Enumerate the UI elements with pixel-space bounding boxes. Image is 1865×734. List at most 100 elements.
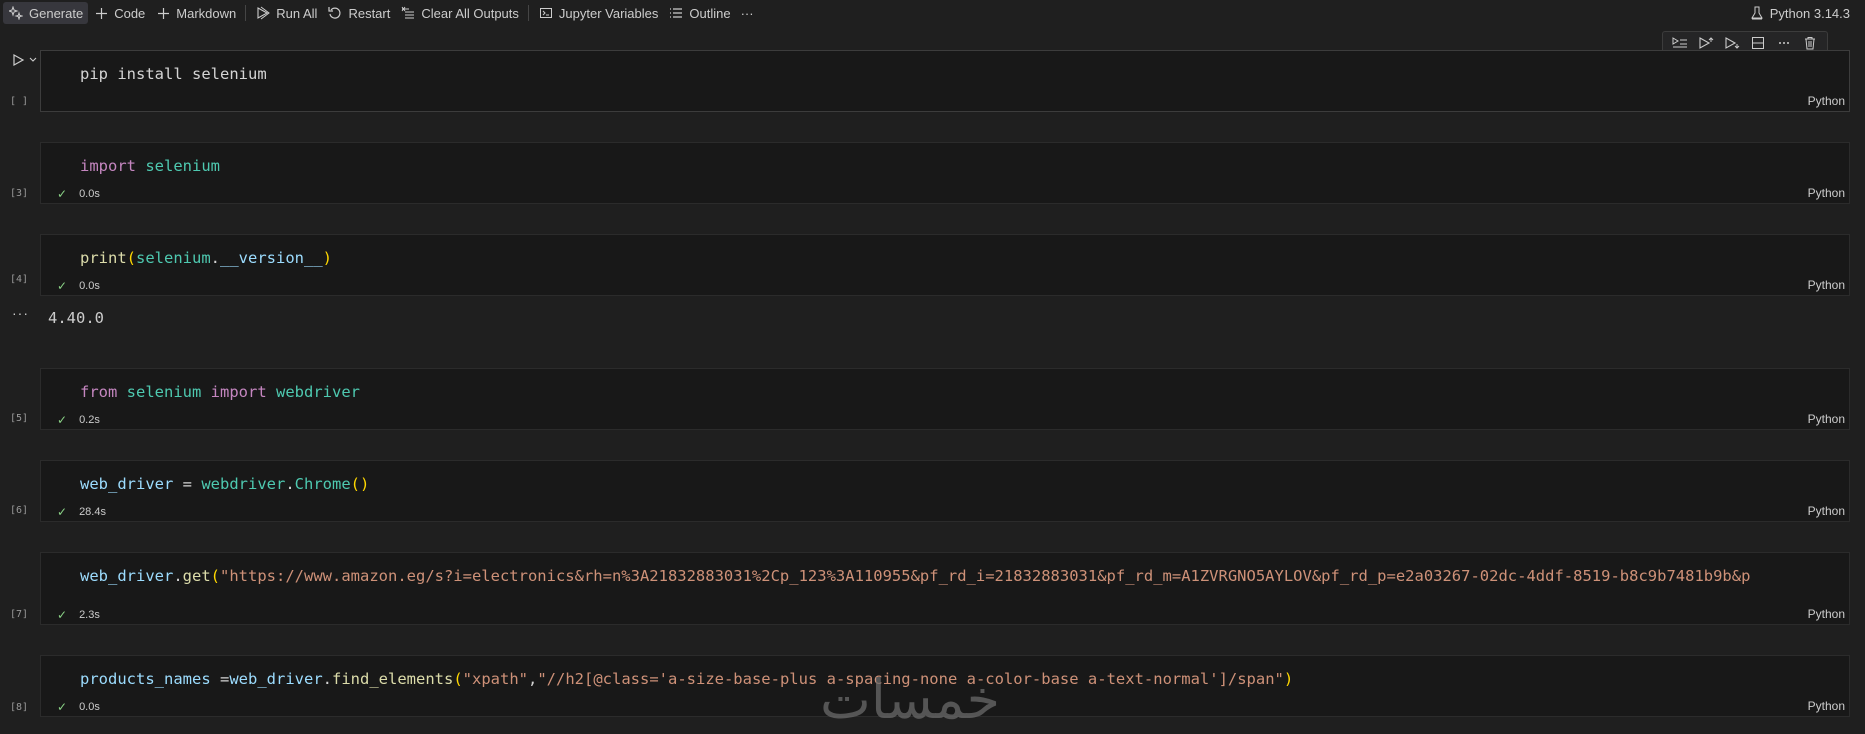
execution-count: [7] [10,609,29,620]
run-cell-icon[interactable] [10,52,26,68]
code-token: selenium [126,383,202,401]
code-cell[interactable]: import selenium ✓ 0.0s Python [40,142,1850,204]
cell-language[interactable]: Python [1808,699,1845,713]
code-token: () [350,475,370,493]
toolbar-divider [245,5,247,21]
code-token: webdriver [201,475,286,493]
execution-time: 0.2s [79,414,100,426]
code-token: web_driver [80,567,174,585]
chevron-down-icon[interactable] [28,52,38,68]
code-token: import [210,383,267,401]
cell-language[interactable]: Python [1808,504,1845,518]
check-icon: ✓ [57,413,68,427]
code-token: ) [1283,670,1294,688]
variables-icon [538,5,554,21]
execution-count: [6] [10,505,29,516]
add-code-button[interactable]: Code [88,2,150,24]
execution-time: 28.4s [79,506,106,518]
clear-outputs-button[interactable]: Clear All Outputs [395,2,524,24]
split-cell-icon[interactable] [1750,35,1766,51]
clear-all-icon [400,5,416,21]
code-token: . [322,670,332,688]
generate-button[interactable]: Generate [3,2,89,24]
execution-time: 2.3s [79,609,100,621]
cell-language[interactable]: Python [1808,412,1845,426]
code-token: selenium [145,157,220,175]
execute-below-icon[interactable] [1724,35,1740,51]
check-icon: ✓ [57,608,68,622]
code-cell[interactable]: pip install selenium Python [40,50,1850,112]
restart-icon [327,5,343,21]
variables-label: Jupyter Variables [558,5,659,21]
code-token: webdriver [276,383,361,401]
cell-source[interactable]: from selenium import webdriver [80,383,1849,401]
code-token: . [210,249,221,267]
cell-language[interactable]: Python [1808,607,1845,621]
code-cell[interactable]: web_driver.get("https://www.amazon.eg/s?… [40,552,1850,625]
code-cell[interactable]: from selenium import webdriver ✓ 0.2s Pyt… [40,368,1850,430]
execution-count: [3] [10,188,29,199]
more-icon[interactable] [1776,35,1792,51]
execution-count: [4] [10,274,29,285]
generate-label: Generate [29,5,84,21]
outline-button[interactable]: Outline [663,2,735,24]
execution-time: 0.0s [79,701,100,713]
cell-language[interactable]: Python [1808,186,1845,200]
cell-output: 4.40.0 [48,309,104,327]
more-icon: ··· [740,5,754,21]
code-label: Code [114,5,146,21]
cell-source[interactable]: print(selenium.__version__) [80,249,1849,267]
code-token: pip [80,65,108,83]
code-token: selenium [192,65,267,83]
cell-source[interactable]: web_driver.get("https://www.amazon.eg/s?… [80,567,1849,585]
code-token: ( [126,249,137,267]
cell-language[interactable]: Python [1808,278,1845,292]
kernel-icon [1749,5,1765,21]
code-token: ( [210,567,221,585]
code-token: selenium [136,249,211,267]
code-token: ) [322,249,333,267]
run-all-label: Run All [276,5,318,21]
delete-icon[interactable] [1802,35,1818,51]
run-all-button[interactable]: Run All [250,2,322,24]
cell-status: ✓ 0.0s [57,700,100,714]
output-more-icon[interactable]: ··· [12,305,29,321]
cell-source[interactable]: products_names =web_driver.find_elements… [80,670,1849,688]
outline-label: Outline [689,5,731,21]
restart-button[interactable]: Restart [322,2,395,24]
code-token: import [80,157,136,175]
cell-run-controls [10,52,38,68]
toolbar-divider [527,5,529,21]
cell-source[interactable]: import selenium [80,157,1849,175]
cell-source[interactable]: pip install selenium [80,65,1849,83]
code-token: print [80,249,127,267]
cell-status: ✓ 0.2s [57,413,100,427]
check-icon: ✓ [57,187,68,201]
code-token: products_names [80,670,211,688]
code-token: web_driver [229,670,323,688]
run-by-line-icon[interactable] [1672,35,1688,51]
code-cell[interactable]: products_names =web_driver.find_elements… [40,655,1850,717]
code-token: web_driver [80,475,174,493]
jupyter-variables-button[interactable]: Jupyter Variables [533,2,663,24]
kernel-picker[interactable]: Python 3.14.3 [1744,2,1855,24]
execution-count: [8] [10,702,29,713]
code-token: find_elements [332,670,454,688]
cell-language[interactable]: Python [1808,94,1845,108]
code-cell[interactable]: web_driver = webdriver.Chrome() ✓ 28.4s P… [40,460,1850,522]
cell-status: ✓ 2.3s [57,608,100,622]
code-token: Chrome [294,475,351,493]
markdown-label: Markdown [176,5,237,21]
code-cell[interactable]: print(selenium.__version__) ✓ 0.0s Python [40,234,1850,296]
url-link[interactable]: "https://www.amazon.eg/s?i=electronics&r… [220,567,1750,585]
execution-count: [5] [10,413,29,424]
execute-above-icon[interactable] [1698,35,1714,51]
cell-source[interactable]: web_driver = webdriver.Chrome() [80,475,1849,493]
plus-icon [93,5,109,21]
code-token: ( [453,670,463,688]
run-all-icon [255,5,271,21]
kernel-label: Python 3.14.3 [1769,5,1850,21]
clear-outputs-label: Clear All Outputs [421,5,519,21]
more-actions-button[interactable]: ··· [736,2,759,24]
add-markdown-button[interactable]: Markdown [150,2,241,24]
